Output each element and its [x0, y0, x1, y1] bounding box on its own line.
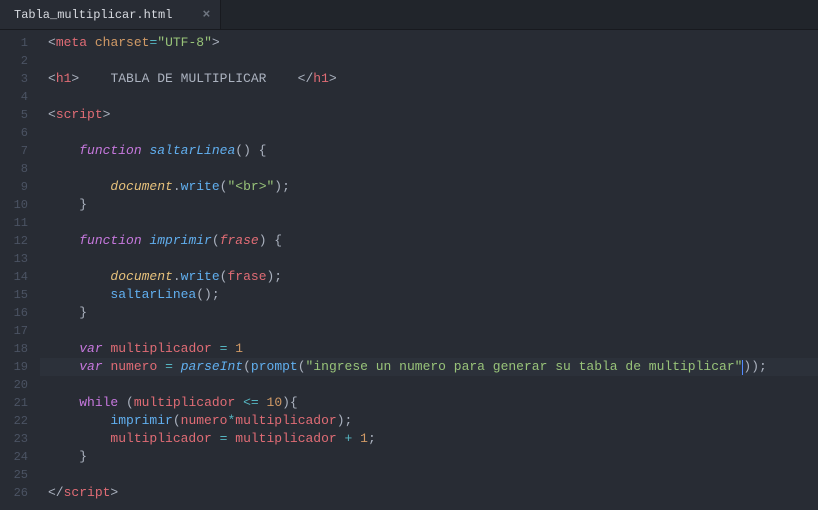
line-number: 8 [0, 160, 40, 178]
line-number: 6 [0, 124, 40, 142]
code-line: imprimir(numero*multiplicador); [40, 412, 818, 430]
code-line: } [40, 448, 818, 466]
tab-title: Tabla_multiplicar.html [14, 8, 172, 22]
line-number: 19 [0, 358, 40, 376]
code-line: <script> [40, 106, 818, 124]
line-number: 23 [0, 430, 40, 448]
line-number: 9 [0, 178, 40, 196]
code-line: <meta charset="UTF-8"> [40, 34, 818, 52]
tab-file[interactable]: Tabla_multiplicar.html × [0, 0, 221, 29]
code-line [40, 88, 818, 106]
code-line: } [40, 304, 818, 322]
code-line [40, 250, 818, 268]
code-line: </script> [40, 484, 818, 502]
code-line [40, 376, 818, 394]
code-line: } [40, 196, 818, 214]
code-line: document.write("<br>"); [40, 178, 818, 196]
code-line [40, 466, 818, 484]
line-number: 12 [0, 232, 40, 250]
line-number: 1 [0, 34, 40, 52]
code-line: var multiplicador = 1 [40, 340, 818, 358]
line-number: 14 [0, 268, 40, 286]
code-line [40, 322, 818, 340]
editor: 1 2 3 4 5 6 7 8 9 10 11 12 13 14 15 16 1… [0, 30, 818, 510]
code-line: multiplicador = multiplicador + 1; [40, 430, 818, 448]
tab-bar: Tabla_multiplicar.html × [0, 0, 818, 30]
line-number: 16 [0, 304, 40, 322]
gutter: 1 2 3 4 5 6 7 8 9 10 11 12 13 14 15 16 1… [0, 30, 40, 510]
code-line: <h1> TABLA DE MULTIPLICAR </h1> [40, 70, 818, 88]
line-number: 15 [0, 286, 40, 304]
line-number: 10 [0, 196, 40, 214]
line-number: 5 [0, 106, 40, 124]
code-area[interactable]: <meta charset="UTF-8"> <h1> TABLA DE MUL… [40, 30, 818, 510]
line-number: 24 [0, 448, 40, 466]
line-number: 2 [0, 52, 40, 70]
code-line [40, 52, 818, 70]
line-number: 21 [0, 394, 40, 412]
line-number: 7 [0, 142, 40, 160]
line-number: 18 [0, 340, 40, 358]
line-number: 11 [0, 214, 40, 232]
line-number: 26 [0, 484, 40, 502]
code-line [40, 124, 818, 142]
line-number: 3 [0, 70, 40, 88]
code-line: function saltarLinea() { [40, 142, 818, 160]
line-number: 20 [0, 376, 40, 394]
close-icon[interactable]: × [202, 7, 210, 22]
line-number: 17 [0, 322, 40, 340]
line-number: 4 [0, 88, 40, 106]
code-line [40, 160, 818, 178]
line-number: 25 [0, 466, 40, 484]
code-line: while (multiplicador <= 10){ [40, 394, 818, 412]
code-line: document.write(frase); [40, 268, 818, 286]
code-line: var numero = parseInt(prompt("ingrese un… [40, 358, 818, 376]
code-line [40, 214, 818, 232]
code-line: function imprimir(frase) { [40, 232, 818, 250]
line-number: 13 [0, 250, 40, 268]
code-line: saltarLinea(); [40, 286, 818, 304]
line-number: 22 [0, 412, 40, 430]
